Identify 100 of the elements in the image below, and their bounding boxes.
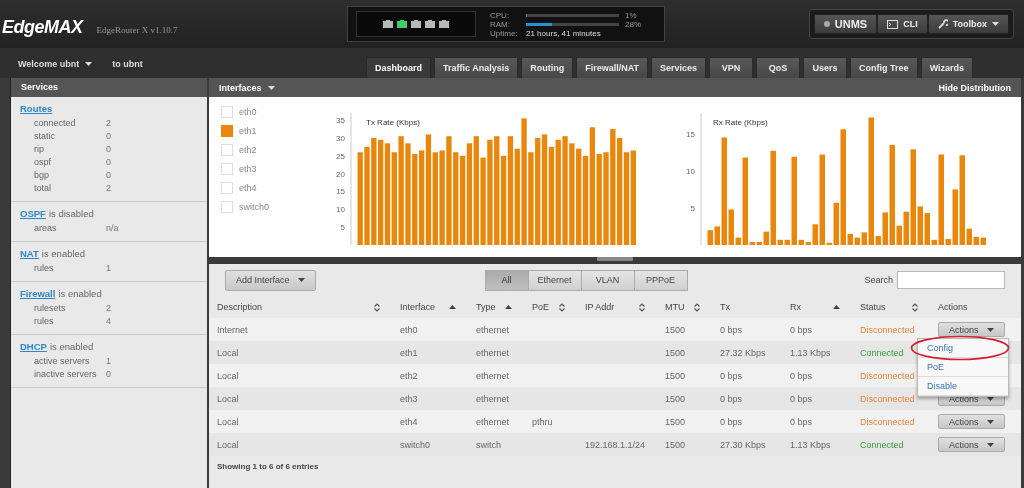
sort-icon [559,302,565,312]
table-cell: 27.30 Kbps [720,439,766,450]
caret-icon [85,62,93,66]
filter-button[interactable]: All [484,269,529,291]
service-status: is enabled [58,288,102,299]
add-interface-button[interactable]: Add Interface [225,269,316,291]
unms-button[interactable]: UNMS [813,14,878,34]
legend-label: switch0 [239,201,269,212]
menu-item[interactable]: Config [927,343,953,353]
table-cell: 27.32 Kbps [720,347,766,358]
interfaces-dropdown[interactable]: Interfaces [219,82,275,93]
sort-icon [639,302,645,312]
nav-tab[interactable]: Traffic Analysis [434,57,519,78]
sort-icon [912,302,918,312]
table-cell: Internet [217,324,248,335]
table-cell: 1500 [665,370,686,381]
status-text: Disconnected [860,324,915,335]
sort-ascending-icon [449,305,456,309]
stat-name: rulesets [34,302,67,315]
status-text: Connected [860,347,904,358]
legend-checkbox[interactable] [221,124,233,137]
stat-value: 1 [106,262,111,275]
filter-button[interactable]: Ethernet [527,269,582,291]
column-header: Interface [392,296,468,318]
table-cell: 0 bps [720,393,743,404]
stat-value: 0 [106,368,111,381]
wrench-icon [937,19,948,29]
chart-title: Rx Rate (Kbps) [713,118,768,127]
menu-item[interactable]: PoE [927,362,944,372]
table-cell: 0 bps [720,324,743,335]
stat-label: Uptime: [490,28,519,38]
stat-name: rules [34,262,55,275]
table-cell: Local [217,393,239,404]
nav-tab[interactable]: Services [651,57,707,78]
column-header: Description [209,296,392,318]
stat-value: 2 [106,182,111,195]
sidebar-title: Services [11,78,207,97]
table-cell: 0 bps [720,370,743,381]
legend-label: eth0 [239,106,257,117]
sort-icon [374,302,380,312]
table-cell: 0 bps [790,370,813,381]
stat-name: bgp [34,169,51,182]
stat-value: 0 [106,156,111,169]
caret-icon [986,327,994,332]
table-cell: Local [217,370,239,381]
table-cell: eth1 [400,347,418,358]
nav-tab[interactable]: Dashboard [366,57,431,78]
stat-value: 0 [106,130,111,143]
axis-tick-label: 15 [686,129,695,139]
axis-tick-label: 10 [686,166,695,176]
actions-button[interactable]: Actions [938,414,1005,429]
table-cell: switch0 [400,439,430,450]
actions-button[interactable]: Actions [938,437,1005,452]
caret-icon [986,419,994,424]
table-cell: 0 bps [790,416,813,427]
cli-button[interactable]: CLI [877,14,928,34]
service-status: is disabled [48,208,94,219]
stat-value: n/a [106,222,119,235]
table-cell: 1500 [665,393,686,404]
status-text: Disconnected [860,416,915,427]
stat-value: 0 [106,169,111,182]
menu-item[interactable]: Disable [927,381,957,391]
axis-tick-label: 10 [336,205,345,215]
user-menu[interactable]: Welcome ubnt [10,59,101,69]
table-cell: switch [476,439,501,450]
nav-tab[interactable]: QoS [756,57,801,78]
stat-name: total [34,182,52,195]
nav-tab[interactable]: Users [803,57,848,78]
stat-name: connected [34,117,77,130]
table-cell: Local [217,416,239,427]
search-field[interactable] [897,271,1005,289]
filter-button[interactable]: VLAN [580,269,635,291]
splitter-handle[interactable] [597,257,633,261]
search-label: Search [864,275,893,285]
stat-name: areas [34,222,58,235]
filter-button[interactable]: PPPoE [633,269,688,291]
sort-ascending-icon [505,305,512,309]
hide-distribution-link[interactable]: Hide Distribution [938,82,1011,93]
table-cell: 1.13 Kbps [790,439,831,450]
uptime-value: 21 hours, 41 minutes [526,28,601,38]
toolbox-button[interactable]: Toolbox [927,14,1009,34]
nav-tab[interactable]: Routing [521,57,574,78]
nav-tab[interactable]: Wizards [920,57,974,78]
nav-tab[interactable]: Config Tree [850,57,918,78]
table-cell: 1500 [665,416,686,427]
stat-name: inactive servers [34,368,98,381]
table-cell: ethernet [476,347,510,358]
actions-button[interactable]: Actions [938,322,1005,337]
caret-icon [297,278,305,282]
column-header: IP Addr [577,296,657,318]
stat-name: ospf [34,156,52,169]
chart-title: Tx Rate (Kbps) [366,118,420,127]
table-cell: eth2 [400,370,418,381]
table-cell: ethernet [476,370,510,381]
nav-tab[interactable]: Firewall/NAT [576,57,649,78]
axis-tick-label: 5 [340,223,345,233]
nav-tab[interactable]: VPN [709,57,754,78]
legend-label: eth3 [239,163,257,174]
table-cell: ethernet [476,393,510,404]
column-header: Actions [930,296,1021,318]
